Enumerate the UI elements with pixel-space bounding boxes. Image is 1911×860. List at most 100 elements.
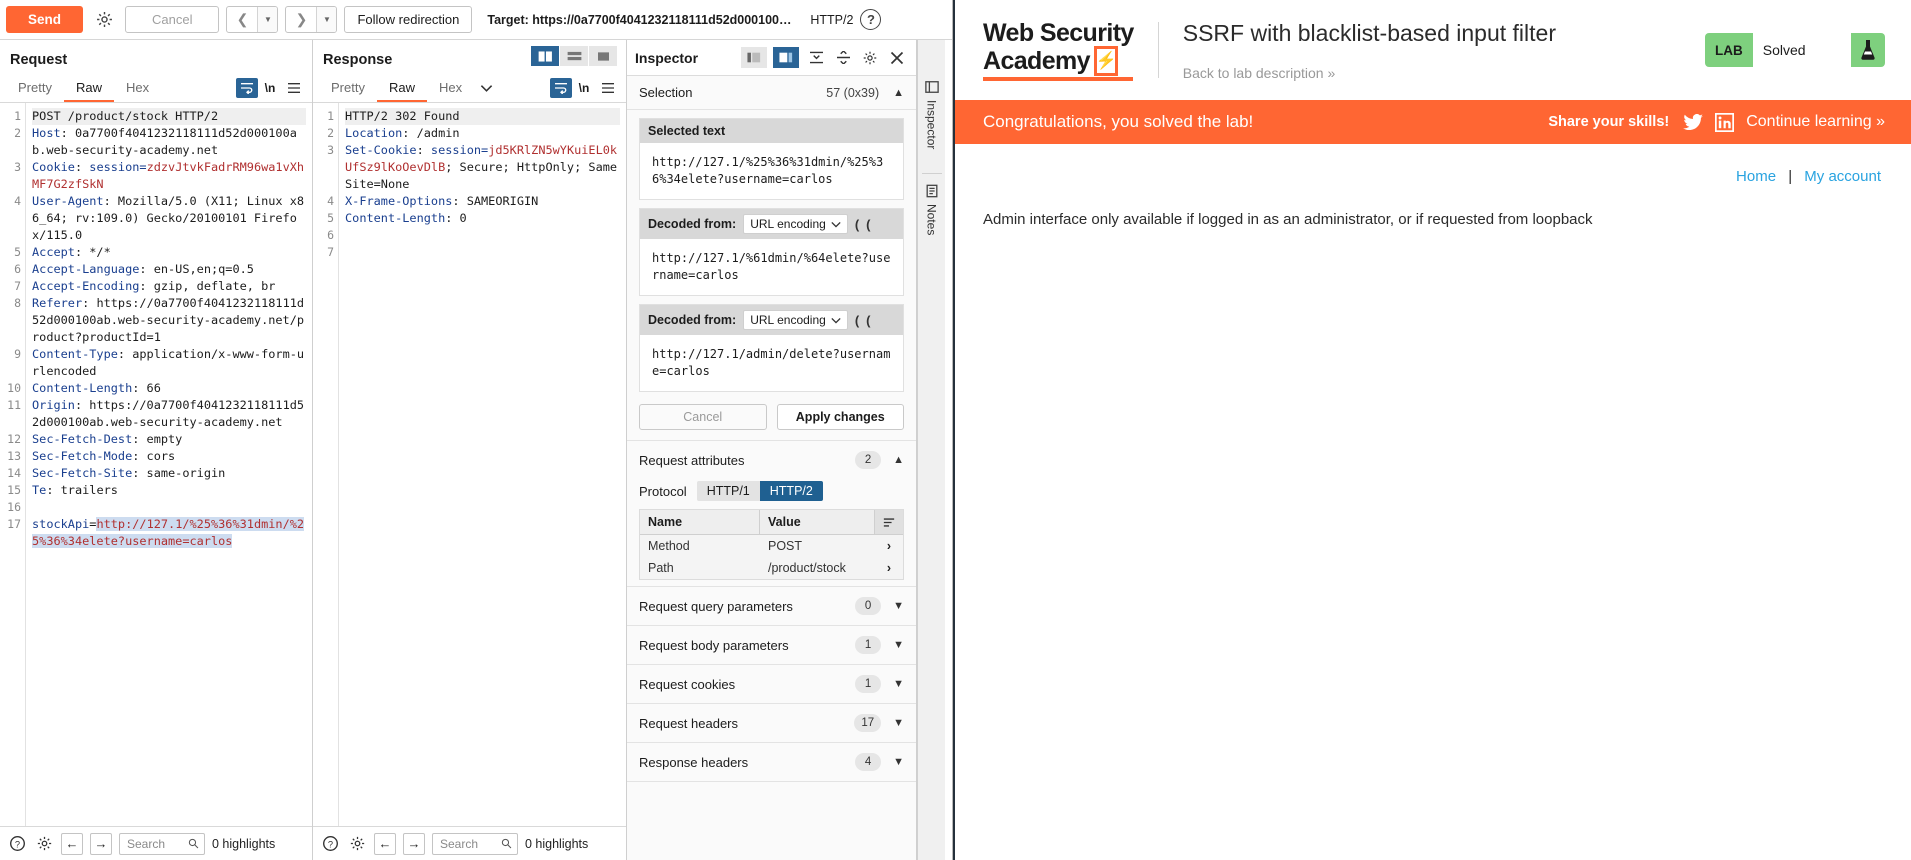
tab-response-raw[interactable]: Raw <box>376 76 427 102</box>
section-request-cookies[interactable]: Request cookies 1 ▼ <box>627 664 916 703</box>
code-line[interactable] <box>32 499 306 516</box>
forward-dropdown-caret-icon[interactable]: ▼ <box>316 7 337 32</box>
protocol-option-http2[interactable]: HTTP/2 <box>759 481 823 501</box>
hamburger-menu-icon[interactable] <box>596 77 620 99</box>
forward-nav-group[interactable]: ❯ ▼ <box>285 6 338 33</box>
word-wrap-icon[interactable] <box>236 78 258 98</box>
code-line[interactable] <box>345 227 620 244</box>
arrow-right-icon[interactable]: → <box>90 832 112 855</box>
code-line[interactable] <box>345 244 620 261</box>
question-circle-icon[interactable]: ? <box>7 834 27 854</box>
arrow-right-icon[interactable]: → <box>403 832 425 855</box>
decoding-select-2[interactable]: URL encoding <box>743 310 848 330</box>
tab-response-hex[interactable]: Hex <box>427 76 474 102</box>
cancel-button[interactable]: Cancel <box>639 404 767 430</box>
chevron-down-icon[interactable]: ▼ <box>893 639 904 651</box>
sidebar-item-inspector[interactable]: Inspector <box>922 74 942 155</box>
table-row[interactable]: Path /product/stock › <box>640 557 903 579</box>
decoding-select-1[interactable]: URL encoding <box>743 214 848 234</box>
chevron-down-icon[interactable]: ▼ <box>893 756 904 768</box>
gear-icon[interactable] <box>347 834 367 854</box>
selected-text-value[interactable]: http://127.1/%25%36%31dmin/%25%36%34elet… <box>644 147 899 195</box>
tab-request-pretty[interactable]: Pretty <box>6 76 64 102</box>
continue-learning-link[interactable]: Continue learning » <box>1746 113 1885 131</box>
code-line[interactable]: Content-Type: application/x-www-form-url… <box>32 346 306 380</box>
back-dropdown-caret-icon[interactable]: ▼ <box>257 7 278 32</box>
search-input[interactable] <box>125 835 189 852</box>
follow-redirection-button[interactable]: Follow redirection <box>344 6 473 33</box>
nav-link-my-account[interactable]: My account <box>1804 168 1881 185</box>
inspector-left-icon[interactable] <box>741 47 767 68</box>
protocol-segmented-control[interactable]: HTTP/1 HTTP/2 <box>696 481 823 501</box>
code-line[interactable]: X-Frame-Options: SAMEORIGIN <box>345 193 620 210</box>
split-vertical-icon[interactable] <box>531 46 559 66</box>
question-circle-icon[interactable]: ? <box>320 834 340 854</box>
decoded-value-1[interactable]: http://127.1/%61dmin/%64elete?username=c… <box>644 243 899 291</box>
gear-icon[interactable] <box>90 6 118 34</box>
code-line[interactable]: Content-Length: 66 <box>32 380 306 397</box>
request-attributes-header[interactable]: Request attributes 2 ▲ <box>627 440 916 479</box>
question-circle-icon[interactable]: ? <box>860 9 882 30</box>
chevron-up-icon[interactable]: ▲ <box>893 454 904 466</box>
code-line[interactable]: Host: 0a7700f4041232118111d52d000100ab.w… <box>32 125 306 159</box>
section-request-body-parameters[interactable]: Request body parameters 1 ▼ <box>627 625 916 664</box>
close-icon[interactable] <box>886 47 908 69</box>
response-search-input-wrap[interactable] <box>432 832 518 855</box>
section-response-headers[interactable]: Response headers 4 ▼ <box>627 742 916 782</box>
chevron-down-icon[interactable]: ▼ <box>893 600 904 612</box>
chevron-right-icon[interactable]: › <box>875 535 903 557</box>
code-line[interactable]: stockApi=http://127.1/%25%36%31dmin/%25%… <box>32 516 306 550</box>
word-wrap-icon[interactable] <box>550 78 572 98</box>
code-line[interactable]: Te: trailers <box>32 482 306 499</box>
tab-request-raw[interactable]: Raw <box>63 76 114 102</box>
send-button[interactable]: Send <box>6 6 84 33</box>
sort-icon[interactable] <box>875 510 903 534</box>
chevron-right-icon[interactable]: › <box>875 557 903 579</box>
inspector-right-icon[interactable] <box>773 47 799 68</box>
code-line[interactable]: Accept-Language: en-US,en;q=0.5 <box>32 261 306 278</box>
chevron-up-icon[interactable]: ▲ <box>893 87 904 99</box>
single-pane-icon[interactable] <box>589 46 617 66</box>
code-line[interactable]: HTTP/2 302 Found <box>345 108 620 125</box>
code-line[interactable]: Origin: https://0a7700f4041232118111d52d… <box>32 397 306 431</box>
newline-toggle[interactable]: \n <box>572 77 596 99</box>
code-line[interactable]: Accept: */* <box>32 244 306 261</box>
decoded-value-2[interactable]: http://127.1/admin/delete?username=carlo… <box>644 339 899 387</box>
code-line[interactable]: Cookie: session=zdzvJtvkFadrRM96wa1vXhMF… <box>32 159 306 193</box>
code-line[interactable]: Set-Cookie: session=jd5KRlZN5wYKuiEL0kUf… <box>345 142 620 193</box>
twitter-icon[interactable] <box>1683 113 1704 131</box>
code-line[interactable]: Location: /admin <box>345 125 620 142</box>
newline-toggle[interactable]: \n <box>258 77 282 99</box>
code-line[interactable]: Accept-Encoding: gzip, deflate, br <box>32 278 306 295</box>
tab-request-hex[interactable]: Hex <box>114 76 161 102</box>
table-row[interactable]: Method POST › <box>640 535 903 557</box>
response-editor[interactable]: 1 2 3 4 5 6 7 HTTP/2 302 Found Location: /admin… <box>313 103 626 826</box>
back-to-lab-description-link[interactable]: Back to lab description » <box>1183 65 1681 81</box>
inspector-selection-row[interactable]: Selection 57 (0x39) ▲ <box>627 76 916 110</box>
response-code[interactable]: HTTP/2 302 Found Location: /admin Set-Cook… <box>339 103 626 826</box>
code-line[interactable]: Sec-Fetch-Site: same-origin <box>32 465 306 482</box>
tab-response-pretty[interactable]: Pretty <box>319 76 377 102</box>
web-security-academy-logo[interactable]: Web Security Academy ⚡ <box>983 20 1134 81</box>
chevron-down-icon[interactable]: ▼ <box>893 717 904 729</box>
expand-all-icon[interactable] <box>832 47 854 69</box>
code-line[interactable]: POST /product/stock HTTP/2 <box>32 108 306 125</box>
sidebar-item-notes[interactable]: Notes <box>921 173 942 241</box>
code-line[interactable]: Sec-Fetch-Mode: cors <box>32 448 306 465</box>
chevron-down-icon[interactable] <box>474 77 498 99</box>
nav-link-home[interactable]: Home <box>1736 168 1776 185</box>
code-line[interactable]: User-Agent: Mozilla/5.0 (X11; Linux x86_… <box>32 193 306 244</box>
chevron-right-icon[interactable]: ❯ <box>286 7 316 32</box>
back-nav-group[interactable]: ❮ ▼ <box>226 6 279 33</box>
arrow-left-icon[interactable]: ← <box>374 832 396 855</box>
apply-changes-button[interactable]: Apply changes <box>776 404 904 430</box>
hamburger-menu-icon[interactable] <box>282 77 306 99</box>
request-search-input-wrap[interactable] <box>119 832 205 855</box>
split-horizontal-icon[interactable] <box>560 46 588 66</box>
chevron-down-icon[interactable]: ▼ <box>893 678 904 690</box>
section-request-headers[interactable]: Request headers 17 ▼ <box>627 703 916 742</box>
arrow-left-icon[interactable]: ← <box>61 832 83 855</box>
code-line[interactable]: Sec-Fetch-Dest: empty <box>32 431 306 448</box>
collapse-all-icon[interactable] <box>805 47 827 69</box>
section-request-query-parameters[interactable]: Request query parameters 0 ▼ <box>627 586 916 625</box>
